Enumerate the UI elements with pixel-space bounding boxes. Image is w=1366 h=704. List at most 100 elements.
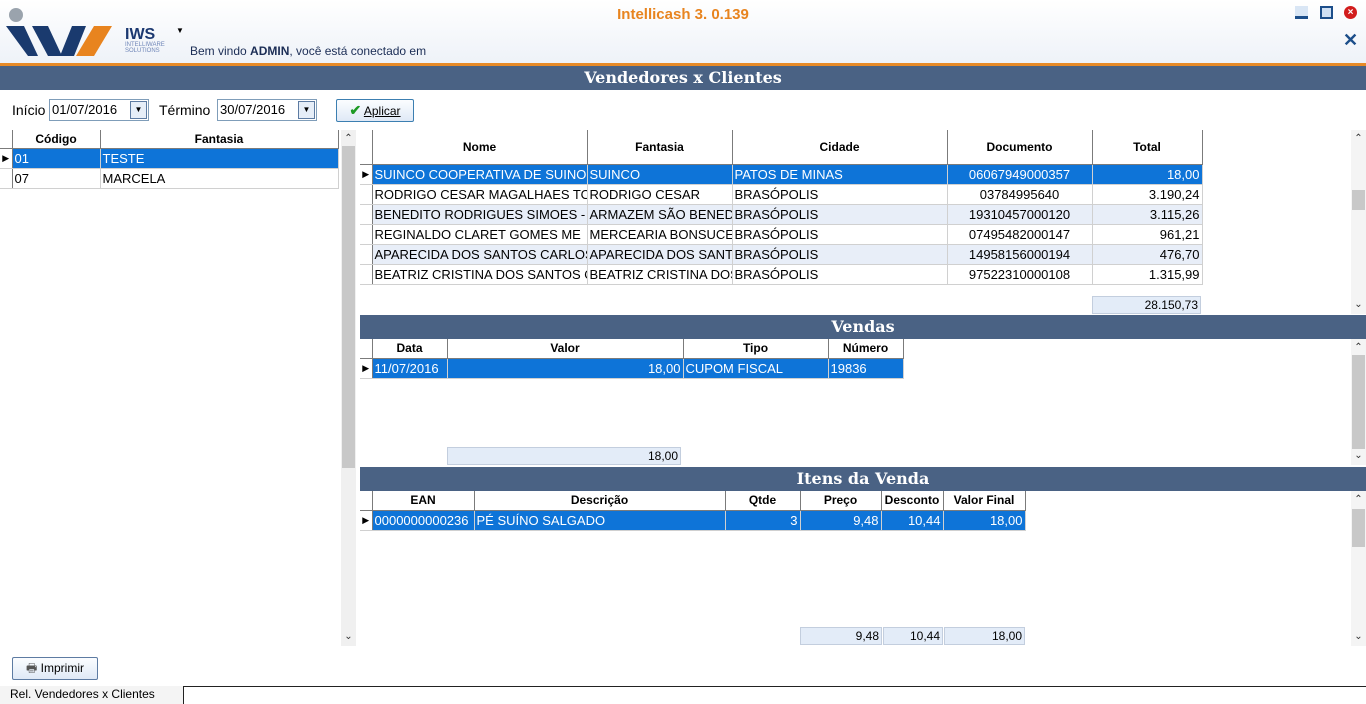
cell-documento[interactable]: 97522310000108 (947, 264, 1093, 285)
scroll-thumb[interactable] (1352, 355, 1365, 449)
table-row[interactable]: ▶ 0000000000236 PÉ SUÍNO SALGADO 3 9,48 10,44… (360, 510, 1026, 531)
cell-nome[interactable]: RODRIGO CESAR MAGALHAES TO (372, 184, 588, 205)
cell-cidade[interactable]: BRASÓPOLIS (732, 244, 948, 265)
cell-fantasia[interactable]: ARMAZEM SÃO BENED (587, 204, 733, 225)
col-documento[interactable]: Documento (947, 130, 1093, 165)
scroll-up-icon[interactable]: ⌃ (1351, 493, 1366, 507)
cell-codigo[interactable]: 07 (12, 168, 101, 189)
cell-descricao[interactable]: PÉ SUÍNO SALGADO (474, 510, 726, 531)
table-row[interactable]: REGINALDO CLARET GOMES ME MERCEARIA BONSU… (360, 224, 1203, 245)
col-codigo[interactable]: Código (12, 130, 101, 149)
cell-valor[interactable]: 18,00 (447, 358, 684, 379)
cell-total[interactable]: 3.190,24 (1092, 184, 1203, 205)
table-row[interactable]: ▶ SUINCO COOPERATIVA DE SUINOC SUINCO PATOS… (360, 164, 1203, 185)
inicio-date-field[interactable]: 01/07/2016 ▼ (49, 99, 149, 121)
cell-documento[interactable]: 03784995640 (947, 184, 1093, 205)
table-row[interactable]: BEATRIZ CRISTINA DOS SANTOS O BEATRIZ CRI… (360, 264, 1203, 285)
clientes-scrollbar[interactable]: ⌃ ⌄ (1351, 130, 1366, 314)
table-row[interactable]: APARECIDA DOS SANTOS CARLOS APARECIDA DOS… (360, 244, 1203, 265)
col-valor[interactable]: Valor (447, 339, 684, 359)
table-row[interactable]: 07 MARCELA (0, 168, 339, 189)
scroll-down-icon[interactable]: ⌄ (1351, 298, 1366, 312)
termino-date-field[interactable]: 30/07/2016 ▼ (217, 99, 317, 121)
cell-cidade[interactable]: BRASÓPOLIS (732, 224, 948, 245)
table-row[interactable]: ▶ 01 TESTE (0, 148, 339, 169)
scroll-down-icon[interactable]: ⌄ (1351, 449, 1366, 463)
menu-dropdown-icon[interactable]: ▼ (176, 26, 184, 35)
cell-data[interactable]: 11/07/2016 (372, 358, 448, 379)
cell-cidade[interactable]: PATOS DE MINAS (732, 164, 948, 185)
scroll-thumb[interactable] (342, 146, 355, 468)
scroll-down-icon[interactable]: ⌄ (341, 630, 356, 644)
col-desconto[interactable]: Desconto (881, 491, 944, 511)
col-cidade[interactable]: Cidade (732, 130, 948, 165)
cell-documento[interactable]: 06067949000357 (947, 164, 1093, 185)
cell-nome[interactable]: BENEDITO RODRIGUES SIMOES - (372, 204, 588, 225)
apply-button[interactable]: ✔ Aplicar (336, 99, 414, 122)
vendedores-scrollbar[interactable]: ⌃ ⌄ (341, 130, 356, 646)
table-row[interactable]: RODRIGO CESAR MAGALHAES TO RODRIGO CESAR B… (360, 184, 1203, 205)
cell-cidade[interactable]: BRASÓPOLIS (732, 204, 948, 225)
tab-rel-vendedores-clientes[interactable]: Rel. Vendedores x Clientes (0, 686, 184, 704)
scroll-up-icon[interactable]: ⌃ (1351, 341, 1366, 355)
print-button[interactable]: 🖶 Imprimir (12, 657, 98, 680)
cell-documento[interactable]: 14958156000194 (947, 244, 1093, 265)
cell-tipo[interactable]: CUPOM FISCAL (683, 358, 829, 379)
cell-total[interactable]: 18,00 (1092, 164, 1203, 185)
col-fantasia[interactable]: Fantasia (587, 130, 733, 165)
cell-valor-final[interactable]: 18,00 (943, 510, 1026, 531)
vendas-scrollbar[interactable]: ⌃ ⌄ (1351, 339, 1366, 465)
cell-total[interactable]: 476,70 (1092, 244, 1203, 265)
close-form-icon[interactable]: ✕ (1343, 30, 1358, 51)
col-ean[interactable]: EAN (372, 491, 475, 511)
scroll-down-icon[interactable]: ⌄ (1351, 630, 1366, 644)
itens-scrollbar[interactable]: ⌃ ⌄ (1351, 491, 1366, 646)
col-descricao[interactable]: Descrição (474, 491, 726, 511)
col-data[interactable]: Data (372, 339, 448, 359)
cell-nome[interactable]: BEATRIZ CRISTINA DOS SANTOS O (372, 264, 588, 285)
cell-fantasia[interactable]: MARCELA (100, 168, 339, 189)
cell-nome[interactable]: REGINALDO CLARET GOMES ME (372, 224, 588, 245)
cell-cidade[interactable]: BRASÓPOLIS (732, 184, 948, 205)
col-numero[interactable]: Número (828, 339, 904, 359)
close-app-icon[interactable]: × (1344, 6, 1357, 19)
col-tipo[interactable]: Tipo (683, 339, 829, 359)
chevron-down-icon[interactable]: ▼ (130, 101, 147, 119)
col-total[interactable]: Total (1092, 130, 1203, 165)
cell-desconto[interactable]: 10,44 (881, 510, 944, 531)
scroll-thumb[interactable] (1352, 190, 1365, 210)
cell-fantasia[interactable]: APARECIDA DOS SANT (587, 244, 733, 265)
cell-ean[interactable]: 0000000000236 (372, 510, 475, 531)
cell-fantasia[interactable]: RODRIGO CESAR (587, 184, 733, 205)
cell-fantasia[interactable]: MERCEARIA BONSUCE (587, 224, 733, 245)
cell-numero[interactable]: 19836 (828, 358, 904, 379)
cell-cidade[interactable]: BRASÓPOLIS (732, 264, 948, 285)
maximize-icon[interactable] (1320, 6, 1333, 19)
table-row[interactable]: ▶ 11/07/2016 18,00 CUPOM FISCAL 19836 (360, 358, 904, 379)
col-preco[interactable]: Preço (800, 491, 882, 511)
cell-nome[interactable]: APARECIDA DOS SANTOS CARLOS (372, 244, 588, 265)
cell-nome[interactable]: SUINCO COOPERATIVA DE SUINOC (372, 164, 588, 185)
scroll-up-icon[interactable]: ⌃ (341, 132, 356, 146)
cell-total[interactable]: 3.115,26 (1092, 204, 1203, 225)
col-qtde[interactable]: Qtde (725, 491, 801, 511)
minimize-icon[interactable] (1295, 6, 1308, 19)
cell-total[interactable]: 961,21 (1092, 224, 1203, 245)
cell-preco[interactable]: 9,48 (800, 510, 882, 531)
cell-total[interactable]: 1.315,99 (1092, 264, 1203, 285)
cell-documento[interactable]: 07495482000147 (947, 224, 1093, 245)
cell-fantasia[interactable]: BEATRIZ CRISTINA DOS (587, 264, 733, 285)
scroll-up-icon[interactable]: ⌃ (1351, 132, 1366, 146)
row-indicator-icon: ▶ (360, 358, 373, 379)
col-nome[interactable]: Nome (372, 130, 588, 165)
table-row[interactable]: BENEDITO RODRIGUES SIMOES - ARMAZEM SÃO B… (360, 204, 1203, 225)
cell-fantasia[interactable]: SUINCO (587, 164, 733, 185)
col-valor-final[interactable]: Valor Final (943, 491, 1026, 511)
cell-fantasia[interactable]: TESTE (100, 148, 339, 169)
scroll-thumb[interactable] (1352, 509, 1365, 547)
cell-codigo[interactable]: 01 (12, 148, 101, 169)
chevron-down-icon[interactable]: ▼ (298, 101, 315, 119)
col-fantasia[interactable]: Fantasia (100, 130, 339, 149)
cell-documento[interactable]: 19310457000120 (947, 204, 1093, 225)
cell-qtde[interactable]: 3 (725, 510, 801, 531)
